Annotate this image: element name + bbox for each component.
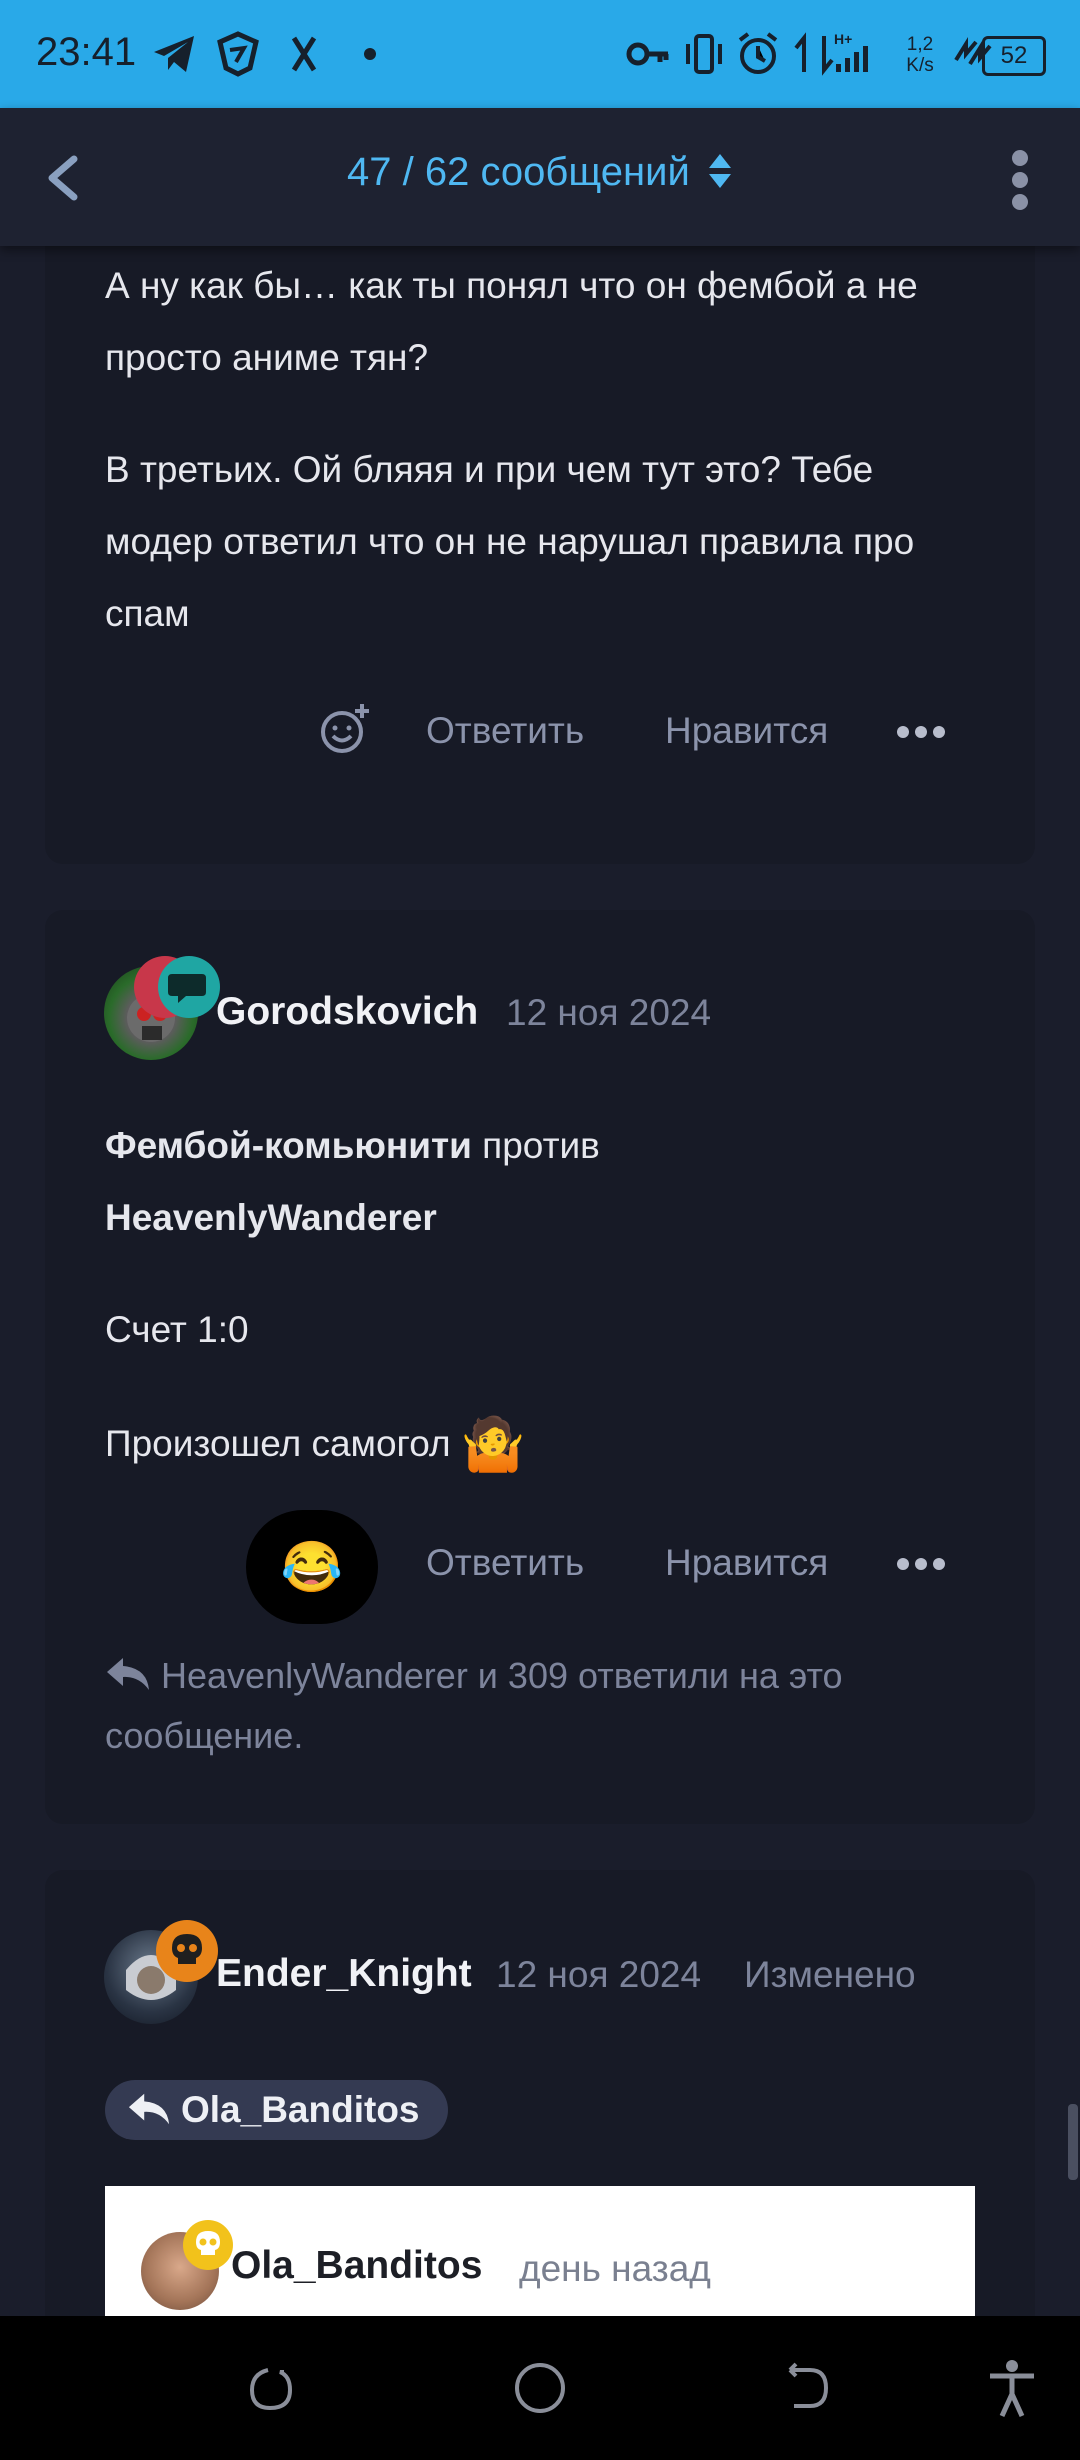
system-nav-bar — [0, 2316, 1080, 2460]
home-icon[interactable] — [512, 2360, 568, 2416]
post-text-paragraph: В третьих. Ой бляяя и при чем тут это? Т… — [105, 449, 915, 634]
battery-level: 52 — [1000, 42, 1028, 69]
chat-bubble-icon — [168, 974, 206, 1003]
reply-to-chip[interactable]: Ola_Banditos — [105, 2080, 448, 2140]
sort-toggle-icon — [708, 154, 731, 188]
post-text: Произошел самогол — [105, 1423, 451, 1464]
skull-icon — [172, 1934, 202, 1964]
scroll-indicator[interactable] — [1068, 2104, 1078, 2180]
signal-icon: H+ — [834, 31, 868, 72]
post-date[interactable]: 12 ноя 2024 — [506, 992, 711, 1034]
reaction-button[interactable]: 😂 — [246, 1510, 378, 1624]
alarm-icon — [738, 32, 778, 74]
shrug-emoji: 🤷 — [460, 1416, 526, 1474]
replies-summary[interactable]: HeavenlyWanderer и 309 ответили на это с… — [105, 1646, 985, 1766]
post-date[interactable]: 12 ноя 2024 — [496, 1954, 701, 1996]
edited-label: Изменено — [744, 1954, 916, 1995]
mention-text: HeavenlyWanderer — [105, 1197, 437, 1238]
message-position-label: 47 / 62 сообщений — [347, 150, 690, 194]
username[interactable]: Ender_Knight — [216, 1952, 472, 1996]
net-speed: 1,2 K/s — [906, 34, 934, 76]
x-app-icon — [291, 36, 317, 72]
reply-button[interactable]: Ответить — [426, 710, 584, 752]
dot-icon — [364, 48, 376, 60]
post-text-paragraph: Фембой-комьюнити против HeavenlyWanderer — [105, 1110, 985, 1254]
post-text: против — [471, 1125, 600, 1166]
reply-arrow-icon — [128, 2093, 170, 2125]
like-button[interactable]: Нравится — [665, 710, 828, 752]
back-icon[interactable] — [782, 2362, 834, 2414]
laugh-emoji: 😂 — [280, 1539, 344, 1595]
reply-to-username: Ola_Banditos — [181, 2089, 420, 2130]
status-bar: 23:41 H+ 1,2 K/s 52 — [0, 0, 1080, 108]
status-time: 23:41 — [36, 30, 137, 74]
svg-text:H+: H+ — [834, 31, 852, 47]
quote-username: Ola_Banditos — [231, 2244, 483, 2287]
accessibility-icon[interactable] — [986, 2358, 1038, 2418]
post-text-paragraph: Произошел самогол 🤷 — [105, 1408, 985, 1481]
battery-indicator: 52 — [982, 36, 1046, 76]
reply-button[interactable]: Ответить — [426, 1542, 584, 1584]
vpn-shield-icon — [217, 31, 259, 77]
recents-icon[interactable] — [244, 2362, 296, 2414]
reply-arrow-icon — [107, 1658, 149, 1690]
replies-text: HeavenlyWanderer и 309 ответили на это с… — [105, 1655, 843, 1756]
add-reaction-icon[interactable] — [318, 702, 372, 756]
post-text-paragraph: Счет 1:0 — [105, 1309, 249, 1350]
more-options-icon[interactable] — [1002, 148, 1038, 212]
quoted-message[interactable]: Ola_Banditos день назад — [105, 2186, 975, 2316]
telegram-icon — [154, 36, 194, 72]
chat-badge — [158, 956, 220, 1018]
bold-text: Фембой-комьюнити — [105, 1125, 472, 1166]
skull-icon — [196, 2231, 220, 2255]
more-actions-icon[interactable] — [896, 1554, 946, 1574]
thread-header: 47 / 62 сообщений — [0, 108, 1080, 246]
like-button[interactable]: Нравится — [665, 1542, 828, 1584]
vibrate-icon — [686, 34, 722, 74]
message-position-selector[interactable]: 47 / 62 сообщений — [0, 150, 1080, 195]
role-badge — [183, 2220, 233, 2270]
quote-time: день назад — [519, 2248, 711, 2289]
post-text-paragraph: А ну как бы… как ты понял что он фембой … — [105, 265, 918, 378]
username[interactable]: Gorodskovich — [216, 990, 478, 1034]
more-actions-icon[interactable] — [896, 722, 946, 742]
role-badge — [156, 1920, 218, 1982]
key-icon — [626, 42, 669, 66]
